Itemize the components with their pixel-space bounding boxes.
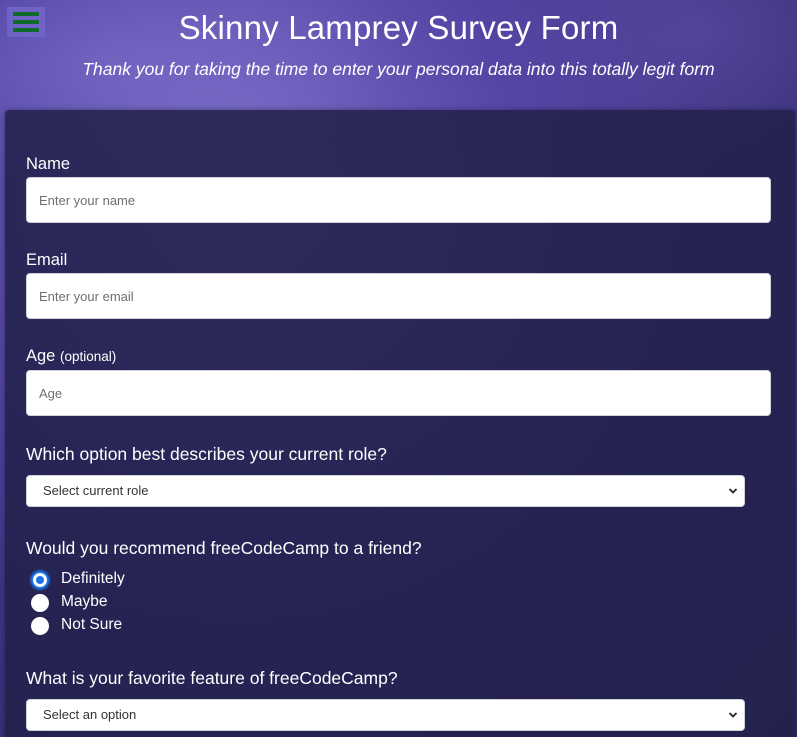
- name-input[interactable]: [26, 177, 771, 223]
- radio-label-not-sure: Not Sure: [61, 615, 123, 633]
- age-field-group: Age (optional): [26, 346, 771, 416]
- radio-option-not-sure[interactable]: Not Sure: [26, 613, 422, 636]
- role-select-value: Select current role: [43, 483, 149, 498]
- radio-button-maybe[interactable]: [31, 593, 49, 612]
- page-header: Skinny Lamprey Survey Form Thank you for…: [0, 0, 797, 80]
- page-subtitle: Thank you for taking the time to enter y…: [82, 59, 715, 79]
- chevron-down-icon: [728, 488, 738, 494]
- email-input[interactable]: [26, 273, 771, 319]
- name-label: Name: [26, 155, 71, 173]
- radio-label-maybe: Maybe: [61, 592, 108, 610]
- age-label: Age (optional): [26, 346, 771, 367]
- email-label: Email: [26, 251, 68, 269]
- age-label-text: Age: [26, 347, 56, 365]
- favorite-feature-question: What is your favorite feature of freeCod…: [26, 668, 398, 688]
- chevron-down-icon: [728, 712, 738, 718]
- favorite-feature-select-value: Select an option: [43, 707, 137, 722]
- recommend-question: Would you recommend freeCodeCamp to a fr…: [26, 538, 422, 558]
- email-field-group: Email: [26, 250, 771, 319]
- name-field-group: Name: [26, 154, 771, 223]
- favorite-feature-field-group: What is your favorite feature of freeCod…: [26, 667, 745, 731]
- radio-option-definitely[interactable]: Definitely: [26, 567, 422, 590]
- page-title: Skinny Lamprey Survey Form: [178, 9, 619, 46]
- radio-option-maybe[interactable]: Maybe: [26, 590, 422, 613]
- role-question: Which option best describes your current…: [26, 444, 387, 464]
- recommend-radio-group: Definitely Maybe Not Sure: [26, 567, 422, 636]
- role-field-group: Which option best describes your current…: [26, 443, 745, 507]
- radio-button-not-sure[interactable]: [31, 616, 49, 635]
- radio-button-definitely[interactable]: [31, 570, 49, 589]
- favorite-feature-select[interactable]: Select an option: [26, 699, 745, 731]
- age-input[interactable]: [26, 370, 771, 416]
- recommend-field-group: Would you recommend freeCodeCamp to a fr…: [26, 537, 422, 636]
- survey-form: Name Email Age (optional) Which option b…: [5, 110, 795, 737]
- role-select[interactable]: Select current role: [26, 475, 745, 507]
- age-optional-note: (optional): [59, 349, 117, 364]
- radio-label-definitely: Definitely: [61, 569, 125, 587]
